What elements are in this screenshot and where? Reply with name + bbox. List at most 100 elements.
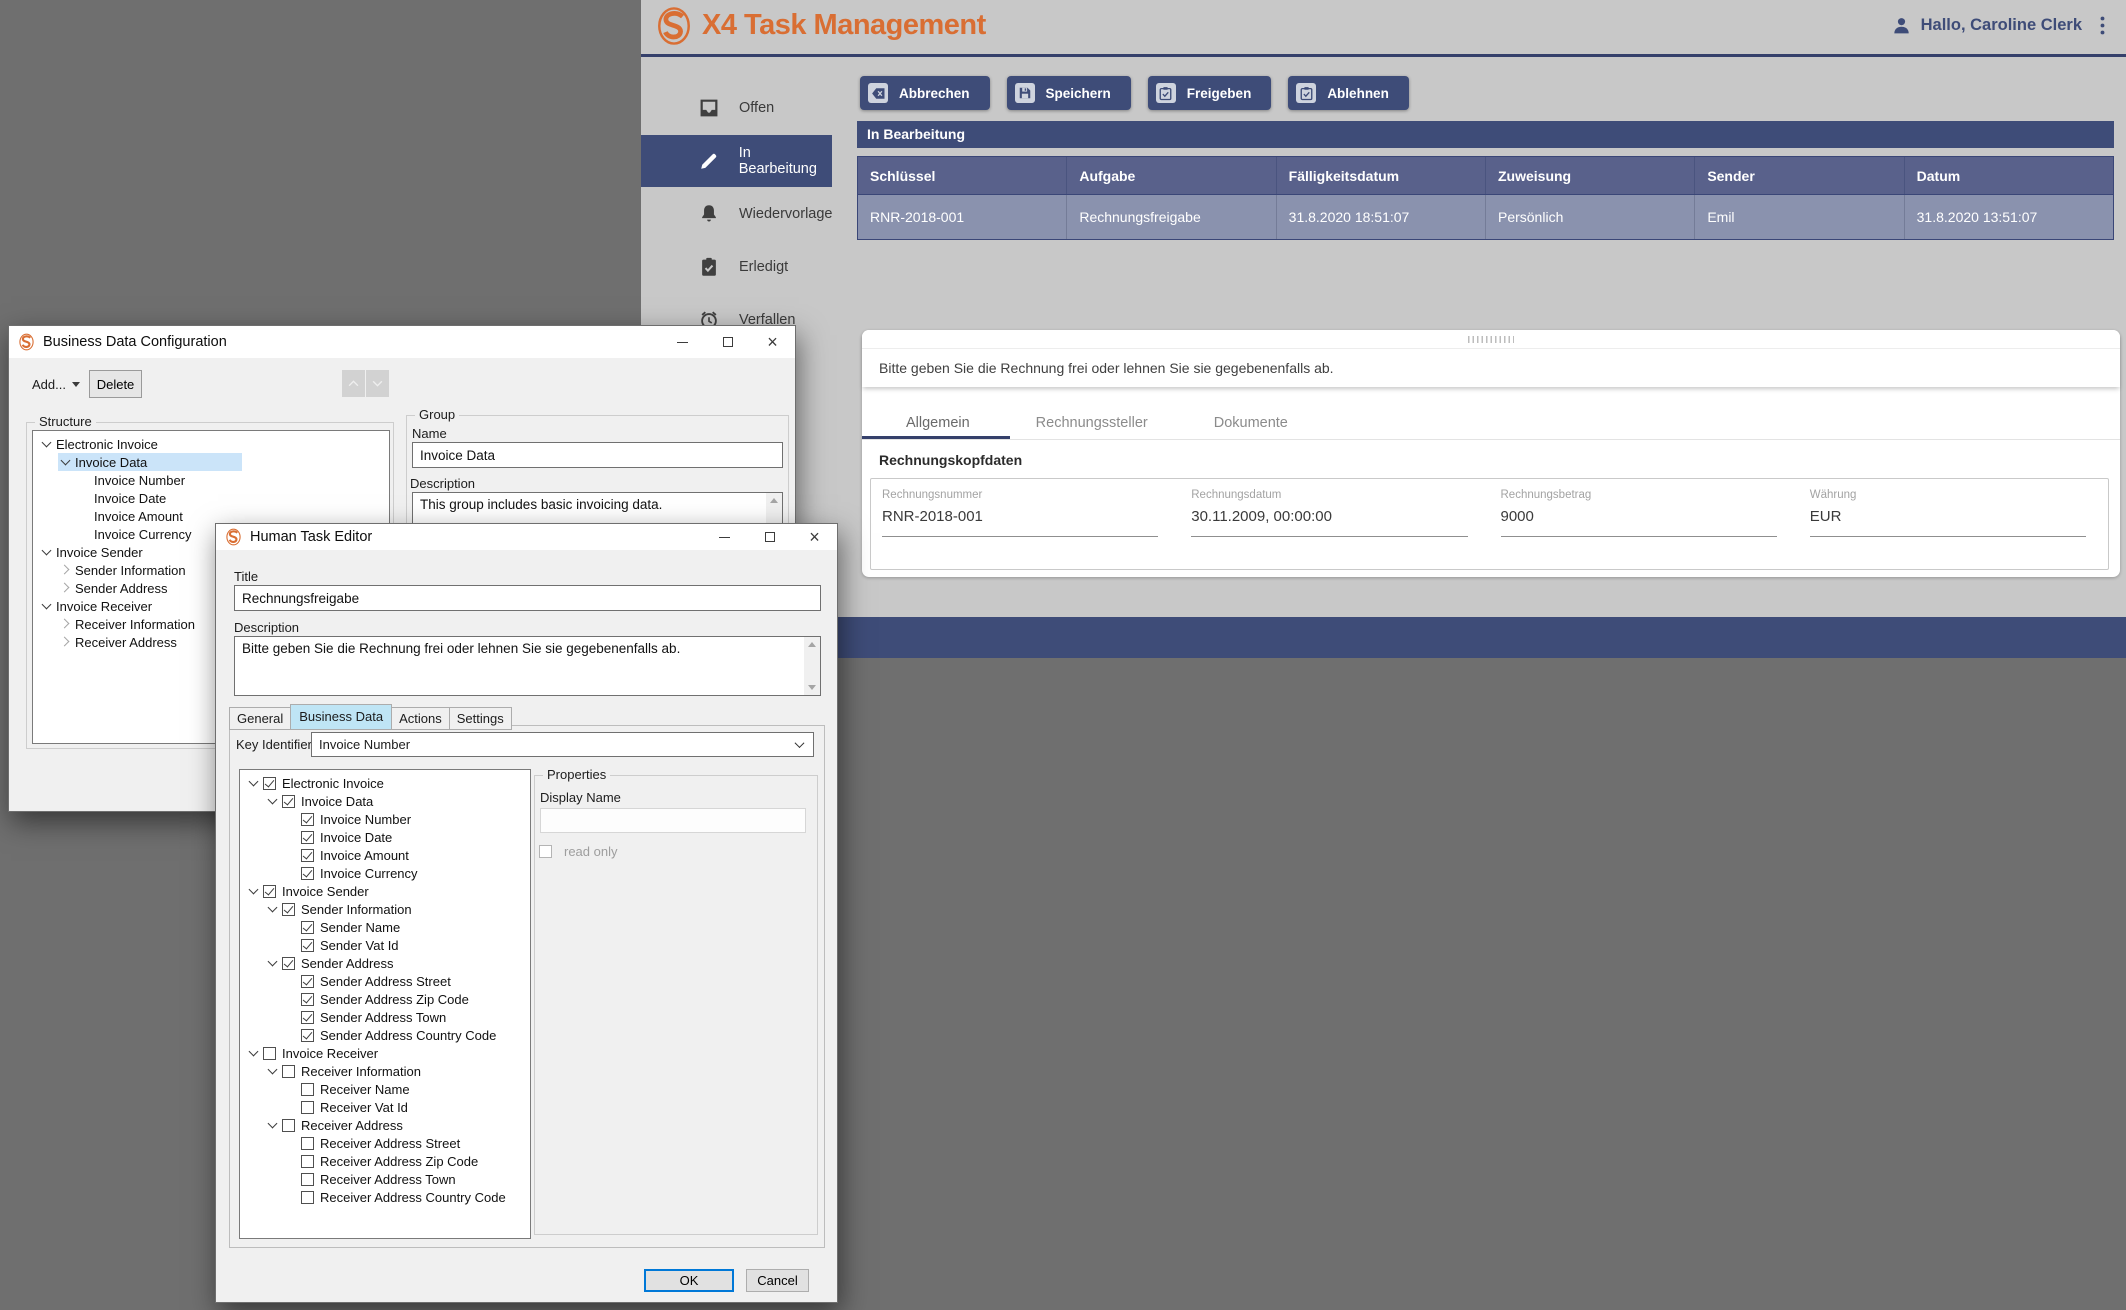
toolbar-button-ablehnen[interactable]: Ablehnen bbox=[1288, 76, 1409, 110]
tree-checkbox[interactable] bbox=[301, 921, 314, 934]
tree-item-receiver-information[interactable]: Receiver Information bbox=[240, 1062, 530, 1080]
tree-checkbox[interactable] bbox=[282, 957, 295, 970]
tree-item-electronic-invoice[interactable]: Electronic Invoice bbox=[240, 774, 530, 792]
scroll-up-icon[interactable] bbox=[770, 498, 778, 503]
expanded-chevron-icon[interactable] bbox=[39, 436, 56, 452]
scroll-up-icon[interactable] bbox=[808, 642, 816, 647]
tab-settings[interactable]: Settings bbox=[449, 707, 512, 730]
tree-item-invoice-data[interactable]: Invoice Data bbox=[33, 453, 389, 471]
table-header-cell-zuweisung[interactable]: Zuweisung bbox=[1486, 157, 1695, 194]
tree-checkbox[interactable] bbox=[282, 1065, 295, 1078]
minimize-button[interactable] bbox=[660, 326, 705, 358]
tree-checkbox[interactable] bbox=[301, 1173, 314, 1186]
tree-checkbox[interactable] bbox=[263, 885, 276, 898]
tree-checkbox[interactable] bbox=[301, 1155, 314, 1168]
sidebar-item-erledigt[interactable]: Erledigt bbox=[641, 241, 857, 293]
table-cell[interactable]: RNR-2018-001 bbox=[858, 195, 1067, 239]
expanded-chevron-icon[interactable] bbox=[265, 793, 282, 809]
toolbar-button-abbrechen[interactable]: Abbrechen bbox=[860, 76, 990, 110]
tree-item-invoice-receiver[interactable]: Invoice Receiver bbox=[240, 1044, 530, 1062]
sidebar-item-offen[interactable]: Offen bbox=[641, 82, 857, 134]
table-cell[interactable]: Rechnungsfreigabe bbox=[1067, 195, 1276, 239]
expanded-chevron-icon[interactable] bbox=[265, 1063, 282, 1079]
table-cell[interactable]: Emil bbox=[1695, 195, 1904, 239]
drag-handle[interactable] bbox=[1468, 336, 1514, 343]
tree-checkbox[interactable] bbox=[301, 849, 314, 862]
tree-item-receiver-address-country-code[interactable]: Receiver Address Country Code bbox=[240, 1188, 530, 1206]
tree-item-sender-address-street[interactable]: Sender Address Street bbox=[240, 972, 530, 990]
delete-button[interactable]: Delete bbox=[89, 370, 142, 398]
tree-item-receiver-address[interactable]: Receiver Address bbox=[240, 1116, 530, 1134]
expanded-chevron-icon[interactable] bbox=[246, 883, 263, 899]
tree-item-invoice-number[interactable]: Invoice Number bbox=[33, 471, 389, 489]
tree-checkbox[interactable] bbox=[301, 993, 314, 1006]
tree-checkbox[interactable] bbox=[301, 1137, 314, 1150]
tree-item-invoice-data[interactable]: Invoice Data bbox=[240, 792, 530, 810]
tree-checkbox[interactable] bbox=[263, 777, 276, 790]
tree-item-sender-address-zip-code[interactable]: Sender Address Zip Code bbox=[240, 990, 530, 1008]
tree-item-sender-information[interactable]: Sender Information bbox=[240, 900, 530, 918]
tree-checkbox[interactable] bbox=[282, 795, 295, 808]
tab-dokumente[interactable]: Dokumente bbox=[1214, 415, 1288, 431]
user-menu[interactable]: Hallo, Caroline Clerk bbox=[1891, 15, 2106, 36]
table-cell[interactable]: 31.8.2020 18:51:07 bbox=[1277, 195, 1486, 239]
tab-general[interactable]: General bbox=[229, 707, 291, 730]
tree-item-invoice-date[interactable]: Invoice Date bbox=[240, 828, 530, 846]
tree-item-invoice-sender[interactable]: Invoice Sender bbox=[240, 882, 530, 900]
tree-item-sender-vat-id[interactable]: Sender Vat Id bbox=[240, 936, 530, 954]
tree-item-receiver-address-street[interactable]: Receiver Address Street bbox=[240, 1134, 530, 1152]
window-titlebar[interactable]: Human Task Editor × bbox=[216, 524, 837, 550]
table-header-cell-schl-ssel[interactable]: Schlüssel bbox=[858, 157, 1067, 194]
tree-checkbox[interactable] bbox=[301, 1191, 314, 1204]
toolbar-button-freigeben[interactable]: Freigeben bbox=[1148, 76, 1272, 110]
tree-checkbox[interactable] bbox=[301, 1083, 314, 1096]
tree-checkbox[interactable] bbox=[301, 867, 314, 880]
tree-item-sender-address[interactable]: Sender Address bbox=[240, 954, 530, 972]
tab-rechnungssteller[interactable]: Rechnungssteller bbox=[1036, 415, 1148, 431]
collapsed-chevron-icon[interactable] bbox=[58, 562, 75, 578]
tree-checkbox[interactable] bbox=[263, 1047, 276, 1060]
sidebar-item-in-bearbeitung[interactable]: In Bearbeitung bbox=[641, 135, 832, 187]
tree-item-receiver-name[interactable]: Receiver Name bbox=[240, 1080, 530, 1098]
close-button[interactable]: × bbox=[792, 524, 837, 550]
expanded-chevron-icon[interactable] bbox=[265, 901, 282, 917]
minimize-button[interactable] bbox=[702, 524, 747, 550]
table-cell[interactable]: 31.8.2020 13:51:07 bbox=[1905, 195, 2113, 239]
tree-item-receiver-address-town[interactable]: Receiver Address Town bbox=[240, 1170, 530, 1188]
tree-checkbox[interactable] bbox=[301, 975, 314, 988]
tree-checkbox[interactable] bbox=[282, 1119, 295, 1132]
tree-item-receiver-address-zip-code[interactable]: Receiver Address Zip Code bbox=[240, 1152, 530, 1170]
tree-checkbox[interactable] bbox=[301, 831, 314, 844]
scrollbar[interactable] bbox=[804, 637, 820, 695]
toolbar-button-speichern[interactable]: Speichern bbox=[1007, 76, 1131, 110]
tree-item-sender-address-town[interactable]: Sender Address Town bbox=[240, 1008, 530, 1026]
tab-business-data[interactable]: Business Data bbox=[290, 704, 392, 730]
ok-button[interactable]: OK bbox=[644, 1269, 734, 1292]
tree-item-sender-name[interactable]: Sender Name bbox=[240, 918, 530, 936]
task-description-textarea[interactable]: Bitte geben Sie die Rechnung frei oder l… bbox=[234, 636, 821, 696]
tree-item-receiver-vat-id[interactable]: Receiver Vat Id bbox=[240, 1098, 530, 1116]
table-header-cell-sender[interactable]: Sender bbox=[1695, 157, 1904, 194]
task-title-input[interactable] bbox=[234, 585, 821, 611]
tree-checkbox[interactable] bbox=[301, 1011, 314, 1024]
kebab-menu-icon[interactable] bbox=[2099, 15, 2106, 36]
collapsed-chevron-icon[interactable] bbox=[58, 616, 75, 632]
table-header-cell-f-lligkeitsdatum[interactable]: Fälligkeitsdatum bbox=[1277, 157, 1486, 194]
expanded-chevron-icon[interactable] bbox=[265, 1117, 282, 1133]
table-header-cell-datum[interactable]: Datum bbox=[1905, 157, 2113, 194]
table-row[interactable]: RNR-2018-001Rechnungsfreigabe31.8.2020 1… bbox=[857, 195, 2114, 240]
tree-checkbox[interactable] bbox=[301, 813, 314, 826]
cancel-button[interactable]: Cancel bbox=[746, 1269, 809, 1292]
expanded-chevron-icon[interactable] bbox=[39, 544, 56, 560]
expanded-chevron-icon[interactable] bbox=[246, 775, 263, 791]
window-titlebar[interactable]: Business Data Configuration × bbox=[9, 326, 795, 358]
maximize-button[interactable] bbox=[705, 326, 750, 358]
collapsed-chevron-icon[interactable] bbox=[58, 634, 75, 650]
table-header-cell-aufgabe[interactable]: Aufgabe bbox=[1067, 157, 1276, 194]
tree-item-invoice-currency[interactable]: Invoice Currency bbox=[240, 864, 530, 882]
collapsed-chevron-icon[interactable] bbox=[58, 580, 75, 596]
table-cell[interactable]: Persönlich bbox=[1486, 195, 1695, 239]
tree-item-invoice-date[interactable]: Invoice Date bbox=[33, 489, 389, 507]
tree-checkbox[interactable] bbox=[301, 939, 314, 952]
expanded-chevron-icon[interactable] bbox=[246, 1045, 263, 1061]
